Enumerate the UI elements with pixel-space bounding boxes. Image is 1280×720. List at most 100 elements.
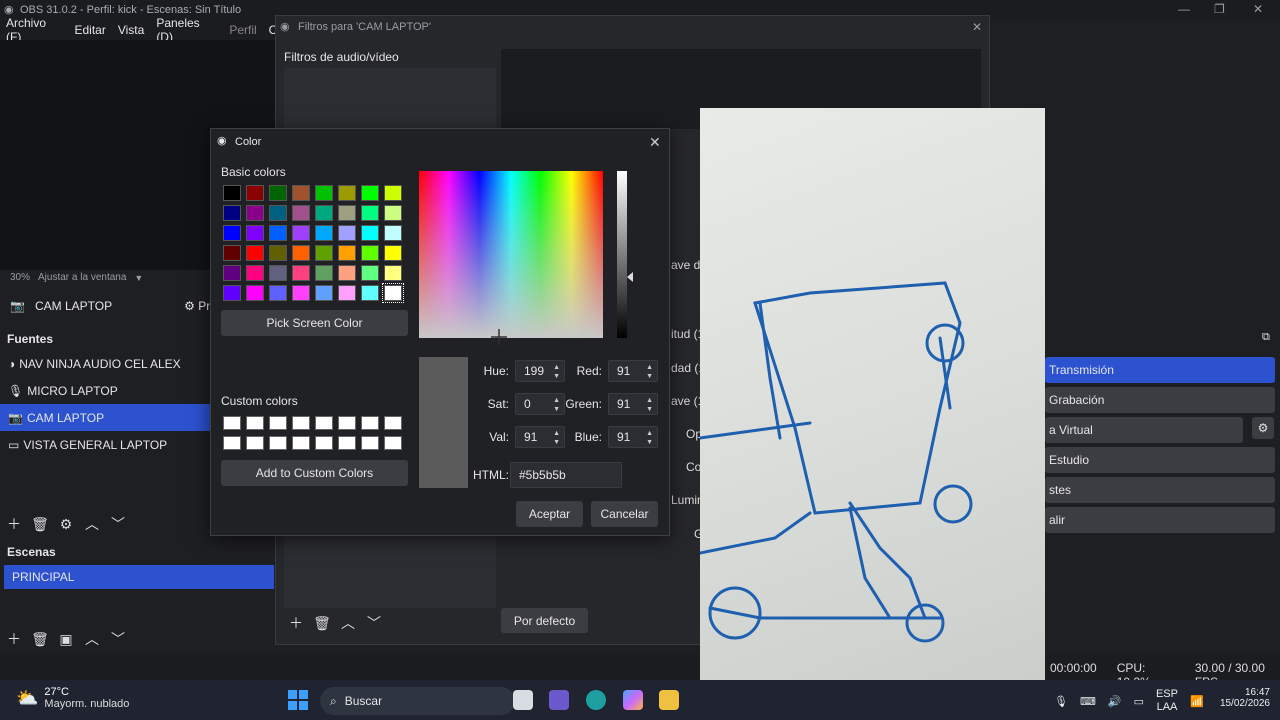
basic-color-swatch[interactable] <box>315 245 333 261</box>
basic-color-swatch[interactable] <box>292 225 310 241</box>
basic-color-swatch[interactable] <box>338 265 356 281</box>
basic-color-swatch[interactable] <box>384 185 402 201</box>
add-icon[interactable]: ＋ <box>4 629 24 649</box>
basic-color-swatch[interactable] <box>246 185 264 201</box>
menu-perfil[interactable]: Perfil <box>223 23 262 37</box>
basic-color-swatch[interactable] <box>223 265 241 281</box>
add-to-custom-colors-button[interactable]: Add to Custom Colors <box>221 460 408 486</box>
custom-color-swatch[interactable] <box>246 436 264 450</box>
volume-icon[interactable]: 🔊 <box>1108 695 1122 708</box>
custom-color-swatch[interactable] <box>384 436 402 450</box>
basic-color-swatch[interactable] <box>384 245 402 261</box>
custom-color-swatch[interactable] <box>315 436 333 450</box>
custom-color-swatch[interactable] <box>338 436 356 450</box>
basic-color-swatch[interactable] <box>384 225 402 241</box>
source-item[interactable]: 🎙 MICRO LAPTOP <box>0 377 210 404</box>
minimize-icon[interactable]: — <box>1178 2 1190 16</box>
basic-color-swatch[interactable] <box>361 285 379 301</box>
basic-color-swatch[interactable] <box>269 265 287 281</box>
basic-color-swatch[interactable] <box>315 225 333 241</box>
chevron-down-icon[interactable]: ﹀ <box>364 613 384 633</box>
gear-icon[interactable]: ⚙ <box>1252 417 1274 439</box>
teams-icon[interactable] <box>549 690 569 710</box>
custom-color-swatch[interactable] <box>361 436 379 450</box>
gear-icon[interactable]: ⚙ <box>56 514 76 534</box>
microphone-icon[interactable]: 🎙 <box>1054 695 1068 708</box>
chevron-down-icon[interactable]: ﹀ <box>108 514 128 534</box>
windows-start-icon[interactable] <box>288 690 308 710</box>
luminance-slider[interactable] <box>617 171 627 338</box>
custom-color-swatch[interactable] <box>269 416 287 430</box>
edge-icon[interactable] <box>586 690 606 710</box>
dock-icon[interactable]: ⧉ <box>1262 331 1270 344</box>
keyboard-icon[interactable]: ⌨ <box>1080 695 1096 708</box>
basic-color-swatch[interactable] <box>223 205 241 221</box>
filter-icon[interactable]: ▣ <box>56 629 76 649</box>
green-field[interactable]: 91 ▲ ▼ <box>608 393 658 415</box>
taskbar-search[interactable]: ⌕ Buscar <box>320 687 515 715</box>
source-item[interactable]: ◑ NAV NINJA AUDIO CEL ALEX <box>0 350 210 377</box>
basic-color-swatch[interactable] <box>223 225 241 241</box>
custom-color-swatch[interactable] <box>246 416 264 430</box>
basic-color-swatch[interactable] <box>292 265 310 281</box>
luminance-handle[interactable] <box>627 272 633 282</box>
basic-color-swatch[interactable] <box>384 265 402 281</box>
html-hex-input[interactable]: #5b5b5b <box>510 462 622 488</box>
close-icon[interactable]: ✕ <box>972 20 982 34</box>
custom-color-swatch[interactable] <box>361 416 379 430</box>
basic-color-swatch[interactable] <box>315 205 333 221</box>
basic-color-swatch[interactable] <box>246 265 264 281</box>
basic-color-swatch[interactable] <box>338 225 356 241</box>
studio-mode-button[interactable]: Estudio <box>1045 447 1275 473</box>
copilot-icon[interactable] <box>623 690 643 710</box>
basic-color-swatch[interactable] <box>223 285 241 301</box>
basic-color-swatch[interactable] <box>246 245 264 261</box>
scene-item[interactable]: PRINCIPAL <box>4 565 274 589</box>
val-field[interactable]: 91 ▲ ▼ <box>515 426 565 448</box>
language-code[interactable]: ESP <box>1156 688 1178 701</box>
basic-color-swatch[interactable] <box>338 205 356 221</box>
basic-color-swatch[interactable] <box>269 245 287 261</box>
add-icon[interactable]: ＋ <box>286 613 306 633</box>
custom-color-swatch[interactable] <box>338 416 356 430</box>
basic-color-swatch[interactable] <box>338 185 356 201</box>
close-icon[interactable]: ✕ <box>649 134 661 151</box>
cancel-button[interactable]: Cancelar <box>591 501 658 527</box>
properties-button[interactable]: ⚙ Pr <box>184 299 210 313</box>
hue-field[interactable]: 199 ▲ ▼ <box>515 360 565 382</box>
basic-color-swatch[interactable] <box>269 205 287 221</box>
maximize-icon[interactable]: ❐ <box>1214 2 1225 16</box>
basic-color-swatch[interactable] <box>382 283 404 303</box>
basic-color-swatch[interactable] <box>292 245 310 261</box>
basic-color-swatch[interactable] <box>269 225 287 241</box>
add-icon[interactable]: ＋ <box>4 514 24 534</box>
clock[interactable]: 16:47 15/02/2026 <box>1210 687 1270 709</box>
basic-color-swatch[interactable] <box>292 205 310 221</box>
basic-color-swatch[interactable] <box>361 245 379 261</box>
wifi-icon[interactable]: 📶 <box>1190 695 1204 708</box>
source-item[interactable]: 📷 CAM LAPTOP <box>0 404 210 431</box>
basic-color-swatch[interactable] <box>338 245 356 261</box>
menu-editar[interactable]: Editar <box>68 23 111 37</box>
trash-icon[interactable]: 🗑 <box>30 629 50 649</box>
weather-widget[interactable]: ⛅ 27°C Mayorm. nublado <box>16 686 129 710</box>
battery-icon[interactable]: ▭ <box>1134 695 1144 708</box>
settings-button[interactable]: stes <box>1045 477 1275 503</box>
start-recording-button[interactable]: Grabación <box>1045 387 1275 413</box>
chevron-down-icon[interactable]: ﹀ <box>108 629 128 649</box>
defaults-button[interactable]: Por defecto <box>501 608 588 633</box>
basic-color-swatch[interactable] <box>361 185 379 201</box>
basic-color-swatch[interactable] <box>223 185 241 201</box>
custom-color-swatch[interactable] <box>292 436 310 450</box>
chevron-up-icon[interactable]: ︿ <box>82 514 102 534</box>
basic-color-swatch[interactable] <box>292 185 310 201</box>
basic-color-swatch[interactable] <box>246 285 264 301</box>
chevron-up-icon[interactable]: ︿ <box>338 613 358 633</box>
basic-color-swatch[interactable] <box>269 285 287 301</box>
custom-color-swatch[interactable] <box>269 436 287 450</box>
basic-color-swatch[interactable] <box>315 285 333 301</box>
basic-color-swatch[interactable] <box>361 225 379 241</box>
task-view-icon[interactable] <box>513 690 533 710</box>
custom-color-swatch[interactable] <box>384 416 402 430</box>
basic-color-swatch[interactable] <box>315 185 333 201</box>
